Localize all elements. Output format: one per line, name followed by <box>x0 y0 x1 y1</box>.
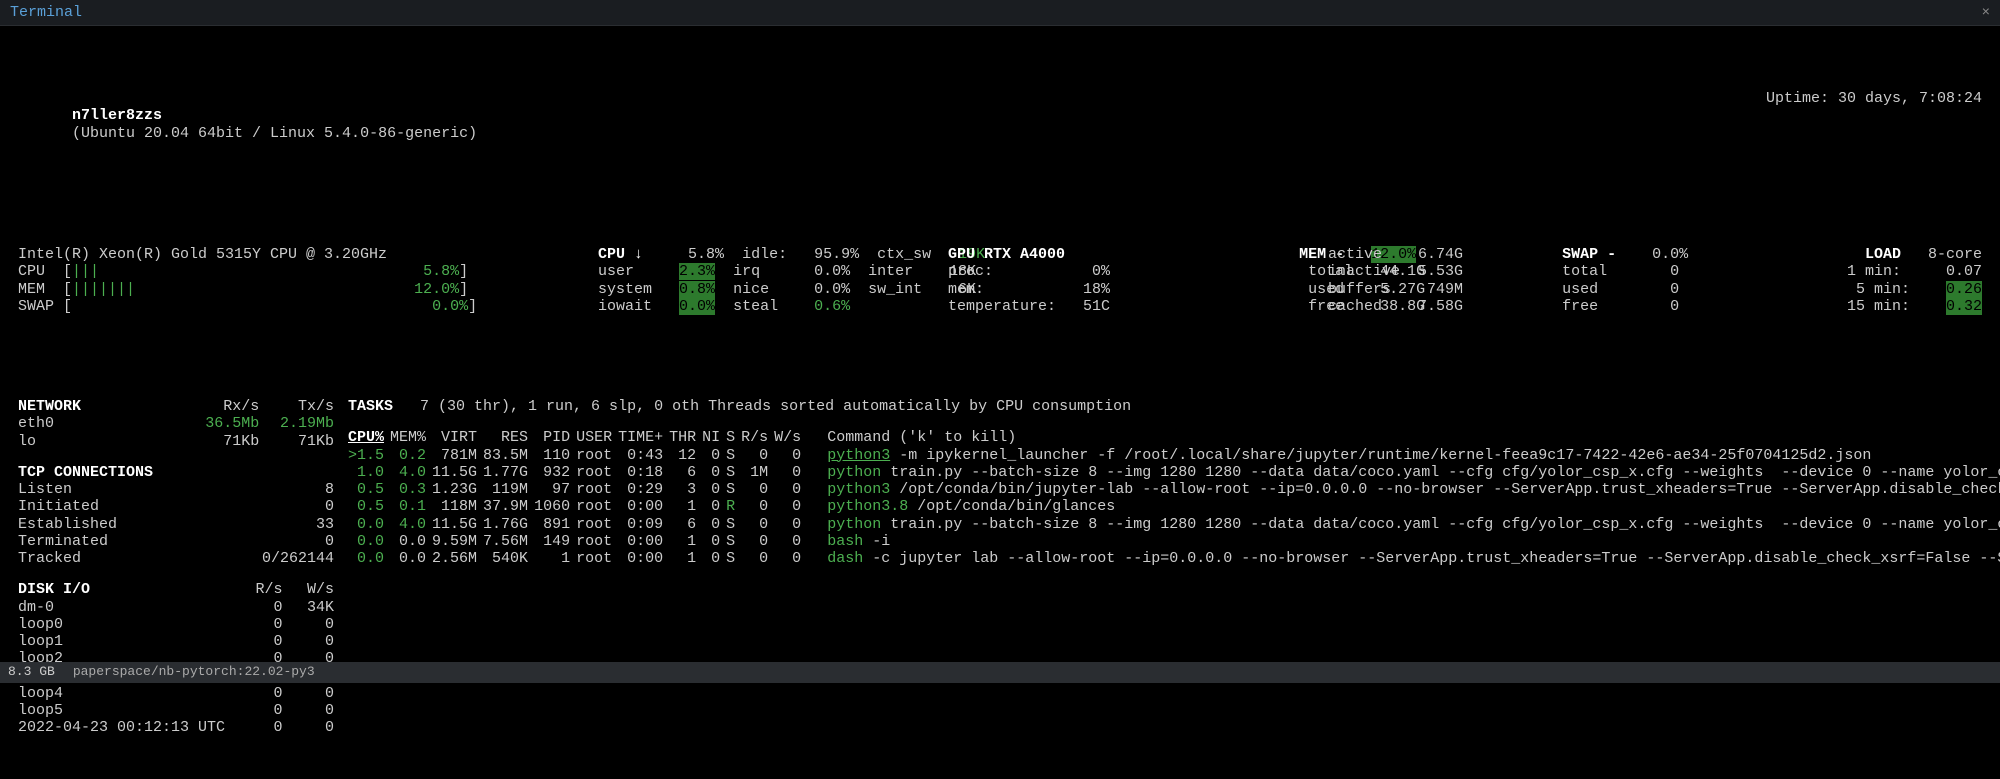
disk-table: DISK I/OR/sW/s dm-0034K loop000 loop100 … <box>18 581 338 736</box>
network-table: NETWORKRx/sTx/s eth036.5Mb2.19Mb lo71Kb7… <box>18 398 338 450</box>
gpu-title: GPU RTX A4000 <box>948 246 1065 263</box>
uptime: Uptime: 30 days, 7:08:24 <box>1766 90 1982 159</box>
titlebar: Terminal × <box>0 0 2000 26</box>
mem-bar: MEM [||||||| 12.0%] <box>18 281 598 298</box>
os-info: (Ubuntu 20.04 64bit / Linux 5.4.0-86-gen… <box>72 125 477 142</box>
process-row[interactable]: 0.00.02.56M540K1root0:0010S00dash -c jup… <box>348 550 2000 567</box>
status-size: 8.3 GB <box>8 665 55 680</box>
cpu-bar: CPU [||| 5.8%] <box>18 263 598 280</box>
process-row[interactable]: 0.50.31.23G119M97root0:2930S00python3 /o… <box>348 481 2000 498</box>
cpu-breakdown: CPU ↓ 5.8% idle: 95.9% ctx_sw 19K user 2… <box>598 246 948 315</box>
process-row[interactable]: >1.50.2781M83.5M110root0:43120S00python3… <box>348 447 2000 464</box>
swap-bar: SWAP [ 0.0%] <box>18 298 598 315</box>
process-row[interactable]: 0.04.011.5G1.76G891root0:0960S00python t… <box>348 516 2000 533</box>
process-table: CPU% MEM% VIRT RES PID USER TIME+ THR NI… <box>348 429 2000 567</box>
process-row[interactable]: 0.00.09.59M7.56M149root0:0010S00bash -i <box>348 533 2000 550</box>
net-row: eth036.5Mb2.19Mb <box>18 415 338 432</box>
hostname: n7ller8zzs <box>72 107 162 124</box>
process-row[interactable]: 1.04.011.5G1.77G932root0:1860S1M0python … <box>348 464 2000 481</box>
cpu-model: Intel(R) Xeon(R) Gold 5315Y CPU @ 3.20GH… <box>18 246 598 263</box>
tasks-header: TASKS 7 (30 thr), 1 run, 6 slp, 0 oth Th… <box>348 398 2000 415</box>
system-stats: Intel(R) Xeon(R) Gold 5315Y CPU @ 3.20GH… <box>18 246 1982 315</box>
net-row: lo71Kb71Kb <box>18 433 338 450</box>
process-row[interactable]: 0.50.1118M37.9M1060root0:0010R00python3.… <box>348 498 2000 515</box>
tcp-table: TCP CONNECTIONS Listen8 Initiated0 Estab… <box>18 464 338 568</box>
status-image: paperspace/nb-pytorch:22.02-py3 <box>73 665 315 680</box>
tab-title[interactable]: Terminal <box>10 4 82 21</box>
status-bar: 8.3 GB paperspace/nb-pytorch:22.02-py3 <box>0 662 2000 683</box>
close-icon[interactable]: × <box>1982 5 1990 21</box>
